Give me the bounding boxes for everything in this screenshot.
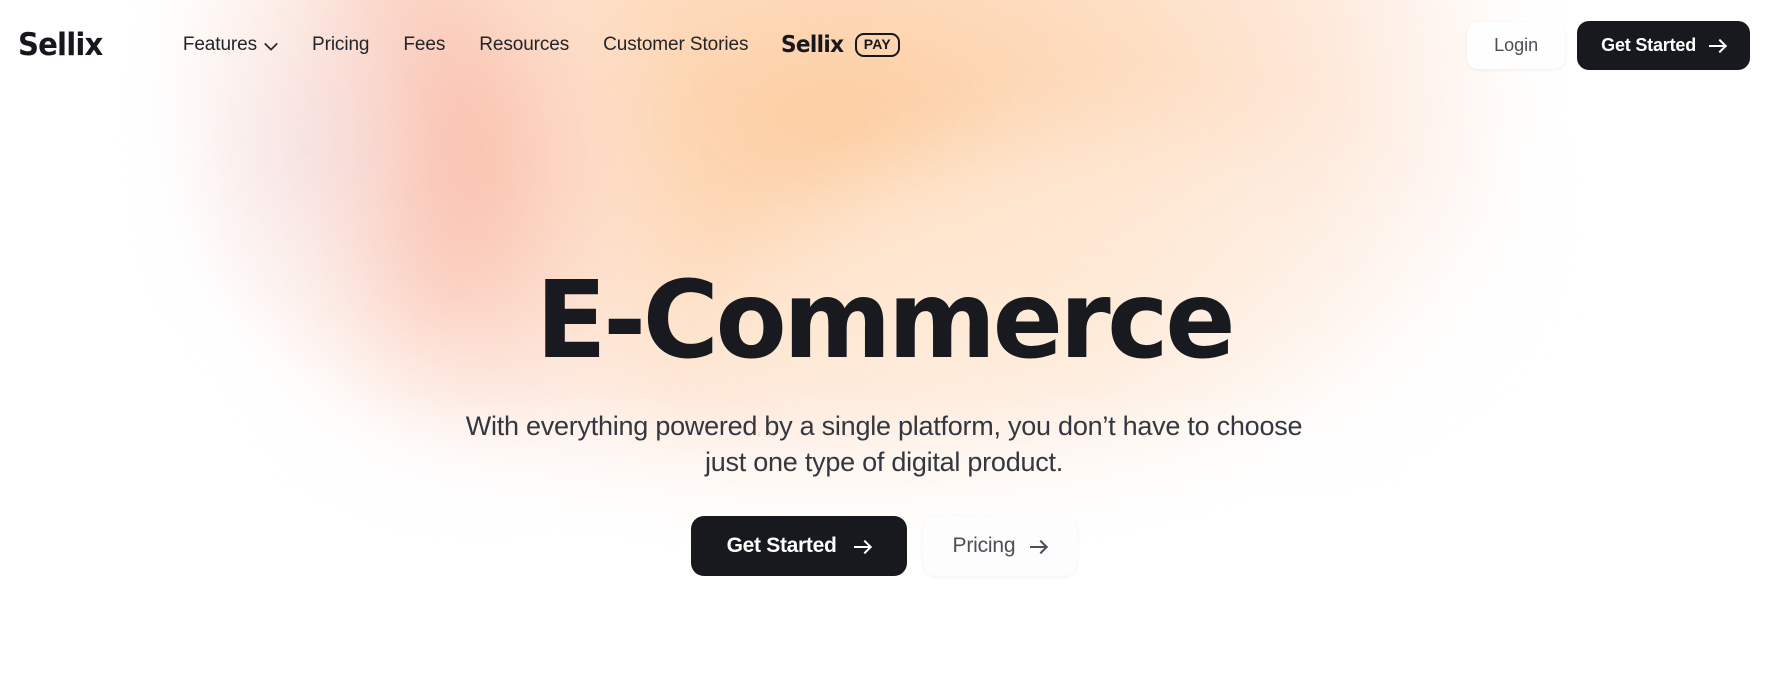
gradient-fade-right	[1468, 0, 1768, 689]
sellix-pay-wordmark: Sellix	[781, 31, 844, 58]
sellix-pay-logo[interactable]: Sellix PAY	[781, 33, 900, 57]
chevron-down-icon	[265, 38, 278, 51]
gradient-fade-left	[0, 0, 230, 689]
nav-item-pricing-label: Pricing	[312, 34, 370, 55]
nav-item-resources-label: Resources	[479, 34, 570, 55]
navbar-actions: Login Get Started	[1467, 20, 1750, 70]
hero-cta-group: Get Started Pricing	[690, 516, 1078, 577]
get-started-button-label: Get Started	[1601, 34, 1696, 55]
sellix-pay-badge: PAY	[854, 33, 900, 57]
sellix-logo[interactable]: Sellix	[18, 29, 103, 61]
page-root: Sellix Features Pricing Fees Resources C…	[0, 0, 1768, 689]
nav-item-features-label: Features	[182, 34, 258, 55]
arrow-right-icon	[1709, 39, 1726, 52]
hero-get-started-button[interactable]: Get Started	[690, 516, 907, 577]
arrow-right-icon	[1030, 540, 1047, 553]
hero-pricing-button[interactable]: Pricing	[922, 516, 1078, 577]
login-button[interactable]: Login	[1467, 21, 1566, 69]
nav-item-fees-label: Fees	[403, 34, 446, 55]
hero-get-started-label: Get Started	[726, 534, 837, 558]
nav-item-customer-stories-label: Customer Stories	[603, 34, 749, 55]
nav-item-features[interactable]: Features	[166, 28, 295, 62]
hero-subtitle: With everything powered by a single plat…	[465, 411, 1303, 477]
nav-item-pricing[interactable]: Pricing	[295, 28, 386, 62]
navbar: Sellix Features Pricing Fees Resources C…	[0, 0, 1768, 90]
primary-nav: Features Pricing Fees Resources Customer…	[166, 28, 900, 62]
nav-item-resources[interactable]: Resources	[462, 28, 586, 62]
hero-section: E-Commerce With everything powered by a …	[0, 0, 1768, 689]
page-title: E-Commerce	[535, 259, 1236, 383]
get-started-button[interactable]: Get Started	[1577, 20, 1750, 70]
hero-pricing-label: Pricing	[952, 534, 1016, 558]
nav-item-fees[interactable]: Fees	[386, 28, 462, 62]
nav-item-customer-stories[interactable]: Customer Stories	[586, 28, 765, 62]
arrow-right-icon	[853, 540, 871, 553]
